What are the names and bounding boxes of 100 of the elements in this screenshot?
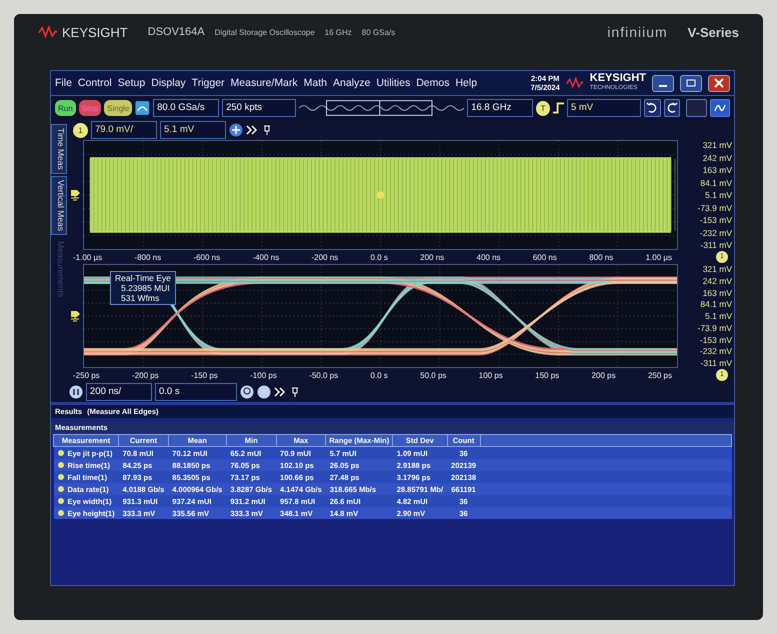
close-button[interactable] <box>708 74 730 92</box>
timebase-scale-field[interactable]: 200 ns/ <box>86 383 152 401</box>
eye-info-text: 531 Wfms <box>120 293 160 303</box>
ground-marker-icon <box>69 188 81 202</box>
x-axis-label: 0.0 s <box>370 370 388 380</box>
x-axis-label: -250 ps <box>73 370 100 380</box>
acquisition-button[interactable]: Run <box>55 100 76 116</box>
menu-item[interactable]: Help <box>455 77 478 89</box>
status-dot-icon <box>58 498 64 504</box>
rising-edge-icon[interactable] <box>552 101 564 115</box>
minimize-button[interactable] <box>652 74 674 92</box>
add-icon[interactable] <box>229 123 243 137</box>
zoom-icon[interactable] <box>240 385 254 399</box>
sample-rate-field[interactable]: 80.0 GSa/s <box>153 99 220 117</box>
undo-button[interactable] <box>644 99 661 117</box>
channel-offset-field[interactable]: 5.1 mV <box>160 121 226 139</box>
minimize-icon <box>659 85 667 87</box>
acquisition-mode-icon[interactable] <box>135 100 150 116</box>
menu-item[interactable]: Utilities <box>376 77 410 89</box>
y-axis-label: -311 mV <box>700 240 732 250</box>
sample-rate-spec: 80 GSa/s <box>362 28 396 36</box>
memory-depth-field[interactable]: 250 kpts <box>222 99 296 117</box>
maximize-icon <box>686 78 696 88</box>
x-axis-label: 600 ns <box>532 252 557 262</box>
menu-item[interactable]: Math <box>304 77 327 89</box>
pause-icon[interactable] <box>69 385 83 399</box>
maximize-button[interactable] <box>680 74 702 92</box>
menu-item[interactable]: Analyze <box>333 77 370 89</box>
product-name: infiniium <box>607 24 668 40</box>
y-axis-label: -232 mV <box>700 346 732 356</box>
logo-wave-icon <box>38 26 58 38</box>
y-axis-label: 84.1 mV <box>700 178 732 188</box>
status-dot-icon <box>58 486 64 492</box>
status-dot-icon <box>58 450 64 456</box>
menu-item[interactable]: Demos <box>416 77 450 89</box>
series-name: V-Series <box>688 24 739 40</box>
y-axis-label: 321 mV <box>702 140 732 150</box>
x-axis-label: -150 ps <box>191 370 218 380</box>
eye-info-text: Real-Time Eye <box>115 273 171 283</box>
x-axis-label: 800 ns <box>589 252 614 262</box>
timebase-position-field[interactable]: 0.0 s <box>155 383 237 401</box>
waveform-icon <box>714 102 726 114</box>
x-axis-label: -200 ns <box>311 252 338 262</box>
model-name: DSOV164A <box>148 26 205 38</box>
y-axis-label: -73.9 mV <box>698 202 732 212</box>
status-dot-icon <box>58 474 64 480</box>
redo-icon <box>666 102 678 114</box>
menu-item[interactable]: Control <box>78 77 112 89</box>
redo-button[interactable] <box>664 99 680 117</box>
x-axis-label: -50.0 ps <box>309 370 338 380</box>
y-axis-label: -153 mV <box>700 334 732 344</box>
y-axis-label: 163 mV <box>702 165 732 175</box>
side-tab[interactable]: Vertical Meas <box>51 176 67 235</box>
menu-item[interactable]: Trigger <box>192 77 225 89</box>
side-tab[interactable]: Time Meas <box>51 124 67 174</box>
y-axis-label: -73.9 mV <box>698 322 732 333</box>
expand-icon[interactable] <box>274 386 286 398</box>
trigger-level-field[interactable]: 5 mV <box>566 99 641 117</box>
menu-item[interactable]: Setup <box>118 77 146 89</box>
undo-icon <box>646 102 658 114</box>
touch-mode-button[interactable] <box>686 99 707 117</box>
bandwidth-spec: 16 GHz <box>324 28 352 36</box>
y-axis-label: 163 mV <box>702 288 732 298</box>
x-axis-label: -600 ns <box>193 252 220 262</box>
status-dot-icon <box>58 510 64 516</box>
x-axis-label: 250 ps <box>648 370 672 380</box>
logo-text: KEYSIGHT <box>590 73 646 83</box>
x-axis-label: 50.0 ps <box>420 370 446 380</box>
trigger-badge[interactable]: T <box>536 100 550 116</box>
waveform-mode-button[interactable] <box>710 99 730 117</box>
x-axis-label: -200 ps <box>132 370 159 380</box>
pin-icon[interactable] <box>289 386 301 398</box>
y-axis-label: 5.1 mV <box>705 190 732 200</box>
menu-item[interactable]: Display <box>151 77 186 89</box>
y-axis-label: -153 mV <box>700 215 732 225</box>
x-axis-label: 200 ps <box>592 370 616 380</box>
eye-info-text: 5.23985 MUI <box>120 283 171 293</box>
status-dot-icon <box>58 462 64 468</box>
x-axis-label: -800 ns <box>134 252 162 262</box>
x-axis-label: -400 ns <box>252 252 280 262</box>
y-axis-label: 84.1 mV <box>700 299 732 310</box>
expand-icon[interactable] <box>246 124 258 136</box>
model-description: Digital Storage Oscilloscope <box>214 28 315 36</box>
x-axis-label: 100 ps <box>478 370 503 380</box>
brand-name: KEYSIGHT <box>62 24 128 40</box>
circle-icon[interactable] <box>257 385 271 399</box>
y-axis-label: -311 mV <box>700 358 732 368</box>
menu-item[interactable]: Measure/Mark <box>230 77 298 89</box>
x-axis-label: -100 ps <box>250 370 277 380</box>
x-axis-label: -1.00 µs <box>73 252 102 262</box>
x-axis-label: 1.00 µs <box>646 252 672 262</box>
menu-item[interactable]: File <box>55 77 72 89</box>
channel-badge[interactable]: 1 <box>73 122 88 138</box>
y-axis-label: 242 mV <box>702 152 732 162</box>
channel-scale-field[interactable]: 79.0 mV/ <box>91 121 157 139</box>
y-axis-label: 321 mV <box>702 264 732 274</box>
pin-icon[interactable] <box>261 124 273 136</box>
ground-marker-icon <box>69 309 81 323</box>
y-axis-label: 5.1 mV <box>705 311 732 321</box>
bandwidth-field[interactable]: 16.8 GHz <box>467 99 534 117</box>
